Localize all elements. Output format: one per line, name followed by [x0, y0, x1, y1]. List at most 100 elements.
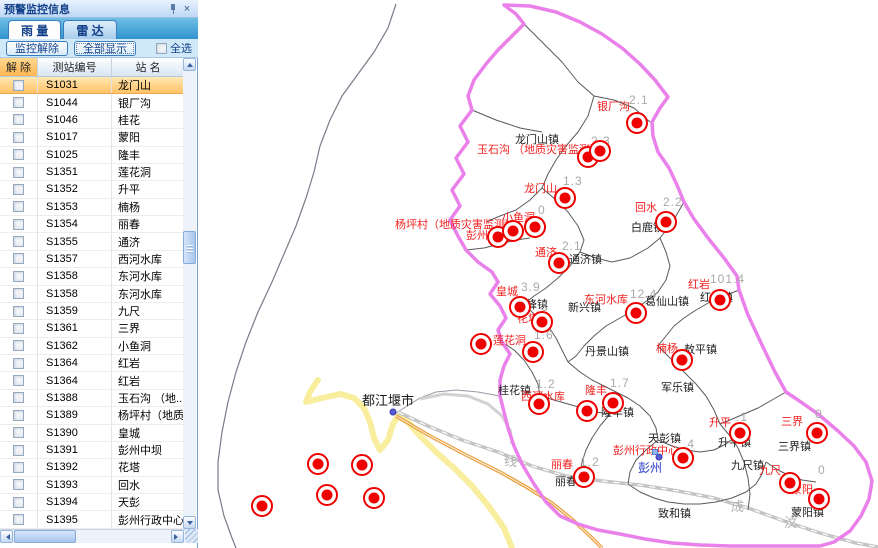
station-marker[interactable]: [528, 393, 550, 415]
close-icon[interactable]: ×: [180, 2, 194, 16]
row-checkbox[interactable]: [13, 236, 24, 247]
table-row[interactable]: S1390皇城: [0, 425, 184, 442]
row-checkbox[interactable]: [13, 306, 24, 317]
row-checkbox[interactable]: [13, 201, 24, 212]
station-marker[interactable]: [589, 140, 611, 162]
pin-icon[interactable]: [166, 2, 180, 16]
station-marker[interactable]: [316, 484, 338, 506]
row-checkbox[interactable]: [13, 132, 24, 143]
table-row[interactable]: S1358东河水库: [0, 268, 184, 285]
header-station-name[interactable]: 站 名: [112, 58, 184, 76]
scroll-left-button[interactable]: [0, 530, 13, 543]
row-checkbox[interactable]: [13, 114, 24, 125]
row-checkbox[interactable]: [13, 323, 24, 334]
row-checkbox[interactable]: [13, 410, 24, 421]
table-row[interactable]: S1388玉石沟 （地...: [0, 390, 184, 407]
table-row[interactable]: S1358东河水库: [0, 286, 184, 303]
station-marker[interactable]: [626, 112, 648, 134]
row-checkbox[interactable]: [13, 445, 24, 456]
table-row[interactable]: S1355通济: [0, 233, 184, 250]
row-checkbox[interactable]: [13, 80, 24, 91]
station-marker[interactable]: [602, 392, 624, 414]
table-row[interactable]: S1364红岩: [0, 355, 184, 372]
station-marker[interactable]: [573, 466, 595, 488]
table-row[interactable]: S1364红岩: [0, 372, 184, 389]
station-marker[interactable]: [522, 341, 544, 363]
table-row[interactable]: S1354丽春: [0, 216, 184, 233]
table-row[interactable]: S1351莲花洞: [0, 164, 184, 181]
row-checkbox[interactable]: [13, 514, 24, 525]
row-checkbox[interactable]: [13, 97, 24, 108]
station-marker[interactable]: [502, 220, 524, 242]
table-row[interactable]: S1352升平: [0, 181, 184, 198]
station-marker[interactable]: [548, 252, 570, 274]
scroll-right-button[interactable]: [171, 530, 184, 543]
row-checkbox[interactable]: [13, 392, 24, 403]
horizontal-scroll-thumb[interactable]: [14, 530, 76, 543]
map-canvas[interactable]: 龙门山镇白鹿镇通济镇新兴镇葛仙山镇磁峰镇丹景山镇敖平镇红岩镇桂花镇隆丰镇军乐镇天…: [198, 0, 878, 548]
table-row[interactable]: S1046桂花: [0, 112, 184, 129]
station-marker[interactable]: [709, 289, 731, 311]
row-checkbox[interactable]: [13, 375, 24, 386]
horizontal-scrollbar[interactable]: [0, 529, 185, 543]
station-marker[interactable]: [531, 311, 553, 333]
station-marker[interactable]: [351, 454, 373, 476]
panel-resize-grip[interactable]: [185, 529, 198, 543]
table-row[interactable]: S1353楠杨: [0, 199, 184, 216]
monitor-release-button[interactable]: 监控解除: [6, 41, 68, 56]
table-row[interactable]: S1361三界: [0, 320, 184, 337]
vertical-scrollbar[interactable]: [183, 58, 196, 529]
table-row[interactable]: S1357西河水库: [0, 251, 184, 268]
station-marker[interactable]: [307, 453, 329, 475]
row-checkbox[interactable]: [13, 149, 24, 160]
station-marker[interactable]: [470, 333, 492, 355]
row-checkbox[interactable]: [13, 340, 24, 351]
table-row[interactable]: S1394天彭: [0, 494, 184, 511]
row-checkbox[interactable]: [13, 219, 24, 230]
table-row[interactable]: S1362小鱼洞: [0, 338, 184, 355]
station-marker[interactable]: [808, 488, 830, 510]
select-all-checkbox[interactable]: [156, 43, 167, 54]
tab-0[interactable]: 雨 量: [8, 20, 61, 39]
station-marker[interactable]: [625, 302, 647, 324]
row-checkbox[interactable]: [13, 497, 24, 508]
station-marker[interactable]: [671, 349, 693, 371]
station-marker[interactable]: [524, 216, 546, 238]
station-marker[interactable]: [554, 187, 576, 209]
station-marker[interactable]: [806, 422, 828, 444]
table-row[interactable]: S1393回水: [0, 477, 184, 494]
row-checkbox[interactable]: [13, 358, 24, 369]
row-checkbox[interactable]: [13, 167, 24, 178]
row-checkbox[interactable]: [13, 184, 24, 195]
station-marker[interactable]: [251, 495, 273, 517]
station-marker[interactable]: [576, 400, 598, 422]
show-all-button[interactable]: 全部显示: [74, 41, 136, 56]
row-checkbox[interactable]: [13, 479, 24, 490]
station-marker[interactable]: [655, 211, 677, 233]
header-station-id[interactable]: 测站编号: [38, 58, 112, 76]
station-marker[interactable]: [729, 422, 751, 444]
row-checkbox[interactable]: [13, 462, 24, 473]
scroll-down-button[interactable]: [183, 516, 196, 529]
station-marker[interactable]: [672, 447, 694, 469]
row-checkbox[interactable]: [13, 271, 24, 282]
station-marker[interactable]: [509, 296, 531, 318]
table-row[interactable]: S1395彭州行政中心: [0, 511, 184, 528]
station-marker[interactable]: [363, 487, 385, 509]
header-release[interactable]: 解 除: [0, 58, 38, 76]
scroll-up-button[interactable]: [183, 58, 196, 71]
table-row[interactable]: S1044银厂沟: [0, 94, 184, 111]
table-row[interactable]: S1391彭州中坝: [0, 442, 184, 459]
row-checkbox[interactable]: [13, 253, 24, 264]
table-row[interactable]: S1359九尺: [0, 303, 184, 320]
row-checkbox[interactable]: [13, 427, 24, 438]
table-row[interactable]: S1389杨坪村（地质...: [0, 407, 184, 424]
table-row[interactable]: S1031龙门山: [0, 77, 184, 94]
tab-1[interactable]: 雷 达: [63, 20, 116, 39]
vertical-scroll-thumb[interactable]: [183, 231, 196, 264]
row-checkbox[interactable]: [13, 288, 24, 299]
table-row[interactable]: S1017蒙阳: [0, 129, 184, 146]
table-row[interactable]: S1025隆丰: [0, 147, 184, 164]
table-row[interactable]: S1392花塔: [0, 459, 184, 476]
station-marker[interactable]: [779, 472, 801, 494]
